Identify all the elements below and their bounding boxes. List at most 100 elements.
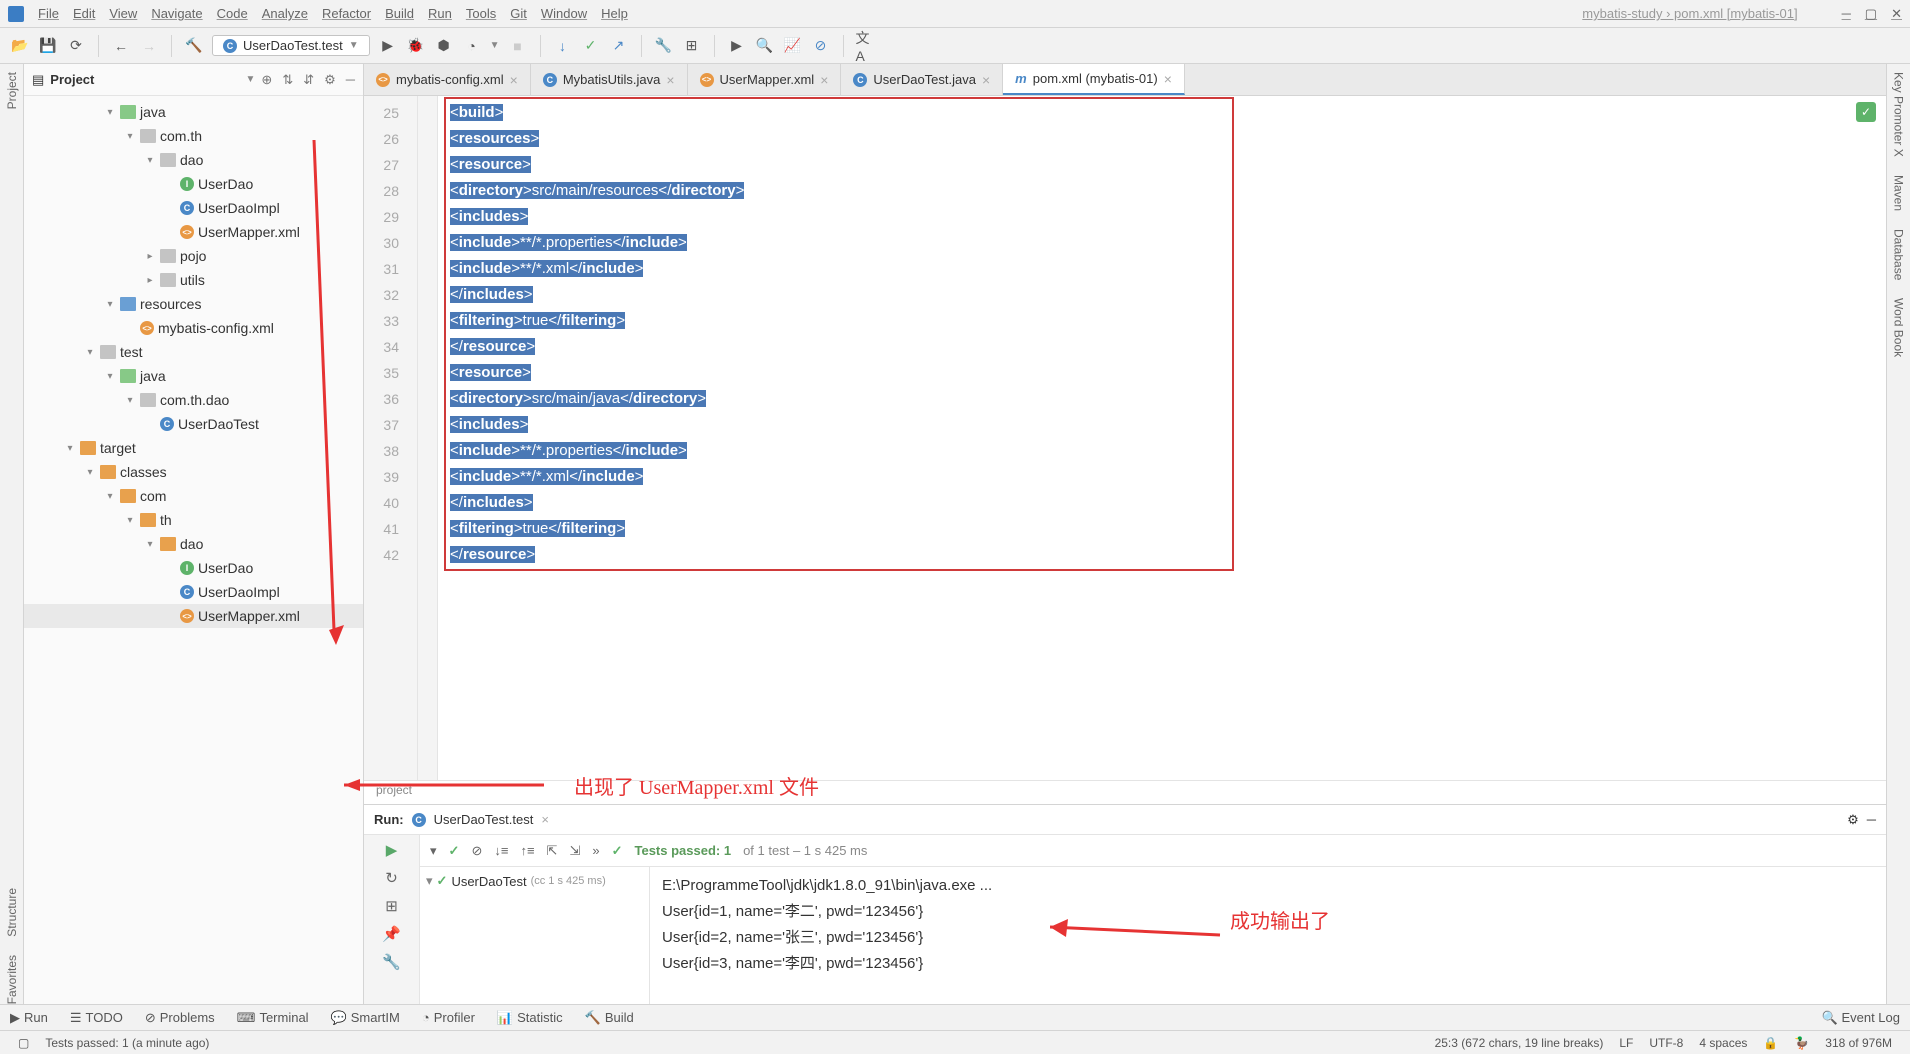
expander-icon[interactable]: ▾ [84, 347, 96, 358]
rail-database[interactable]: Database [1892, 229, 1906, 280]
menu-window[interactable]: Window [541, 6, 587, 21]
menu-help[interactable]: Help [601, 6, 628, 21]
search-icon[interactable]: 🔍 [755, 36, 775, 56]
maximize-icon[interactable]: ▢ [1865, 6, 1877, 22]
tree-item[interactable]: ▾resources [24, 292, 363, 316]
build-icon[interactable]: 🔨 [184, 36, 204, 56]
status-memory[interactable]: 318 of 976M [1825, 1036, 1892, 1050]
hide-icon[interactable]: ─ [1867, 812, 1876, 827]
tree-item[interactable]: ▾dao [24, 532, 363, 556]
passed-icon[interactable]: ✓ [449, 843, 460, 859]
expand-icon[interactable]: ⇅ [282, 72, 293, 88]
tree-item[interactable]: ▸CUserDaoImpl [24, 196, 363, 220]
tree-item[interactable]: ▸IUserDao [24, 556, 363, 580]
rail-maven[interactable]: Maven [1892, 175, 1906, 211]
menu-build[interactable]: Build [385, 6, 414, 21]
rerun-failed-icon[interactable]: ↻ [385, 869, 398, 887]
wrench-icon[interactable]: 🔧 [654, 36, 674, 56]
tree-item[interactable]: ▾classes [24, 460, 363, 484]
test-root[interactable]: UserDaoTest [451, 874, 526, 889]
vcs-push-icon[interactable]: ↗ [609, 36, 629, 56]
refresh-icon[interactable]: ⟳ [66, 36, 86, 56]
editor-tab[interactable]: CMybatisUtils.java× [531, 64, 688, 95]
more-icon[interactable]: » [592, 843, 599, 858]
jump-icon[interactable]: ▶ [727, 36, 747, 56]
pin-icon[interactable]: 📌 [382, 925, 401, 943]
test-tree[interactable]: ▾ ✓ UserDaoTest (cc 1 s 425 ms) [420, 867, 650, 1004]
expander-icon[interactable]: ▸ [144, 251, 156, 262]
rail-favorites[interactable]: Favorites [5, 955, 19, 1004]
menu-view[interactable]: View [109, 6, 137, 21]
gear-icon[interactable]: ⚙ [324, 72, 336, 88]
tree-item[interactable]: ▸<>UserMapper.xml [24, 220, 363, 244]
close-icon[interactable]: ✕ [1891, 6, 1902, 22]
editor-tab[interactable]: <>UserMapper.xml× [688, 64, 842, 95]
tree-item[interactable]: ▾java [24, 364, 363, 388]
tree-item[interactable]: ▸CUserDaoTest [24, 412, 363, 436]
status-spaces[interactable]: 4 spaces [1699, 1036, 1747, 1050]
tree-item[interactable]: ▾target [24, 436, 363, 460]
translate-icon[interactable]: 文A [856, 36, 876, 56]
bottom-tab-build[interactable]: 🔨 Build [585, 1010, 634, 1026]
menu-git[interactable]: Git [510, 6, 527, 21]
expander-icon[interactable]: ▾ [124, 395, 136, 406]
sort-icon[interactable]: ↓≡ [494, 843, 508, 858]
status-encoding[interactable]: UTF-8 [1649, 1036, 1683, 1050]
bottom-tab-statistic[interactable]: 📊 Statistic [497, 1010, 563, 1026]
toggle-icon[interactable]: ⊞ [385, 897, 398, 915]
status-line-ending[interactable]: LF [1619, 1036, 1633, 1050]
expander-icon[interactable]: ▾ [124, 131, 136, 142]
failed-icon[interactable]: ⊘ [471, 843, 482, 859]
expander-icon[interactable]: ▾ [124, 515, 136, 526]
tree-item[interactable]: ▸<>UserMapper.xml [24, 604, 363, 628]
expander-icon[interactable]: ▾ [84, 467, 96, 478]
tree-item[interactable]: ▾th [24, 508, 363, 532]
expander-icon[interactable]: ▾ [104, 491, 116, 502]
chevron-down-icon[interactable]: ▼ [246, 74, 256, 85]
bottom-tab-terminal[interactable]: ⌨ Terminal [237, 1010, 309, 1026]
tree-item[interactable]: ▸<>mybatis-config.xml [24, 316, 363, 340]
collapse-all-icon[interactable]: ⇲ [569, 843, 580, 859]
activity-icon[interactable]: 📈 [783, 36, 803, 56]
bottom-tab-problems[interactable]: ⊘ Problems [145, 1010, 215, 1026]
rail-wordbook[interactable]: Word Book [1892, 298, 1906, 357]
editor-body[interactable]: 252627282930313233343536373839404142 ✓ <… [364, 96, 1886, 780]
rail-project[interactable]: Project [5, 72, 19, 109]
open-icon[interactable]: 📂 [10, 36, 30, 56]
wrench-icon[interactable]: 🔧 [382, 953, 401, 971]
run-icon[interactable]: ▶ [378, 36, 398, 56]
tree-item[interactable]: ▾dao [24, 148, 363, 172]
tree-item[interactable]: ▸CUserDaoImpl [24, 580, 363, 604]
expander-icon[interactable]: ▾ [64, 443, 76, 454]
menu-tools[interactable]: Tools [466, 6, 496, 21]
expand-icon[interactable]: ▾ [430, 843, 437, 859]
bottom-tab-run[interactable]: ▶ Run [10, 1010, 48, 1026]
expander-icon[interactable]: ▾ [144, 539, 156, 550]
save-icon[interactable]: 💾 [38, 36, 58, 56]
expander-icon[interactable]: ▾ [104, 107, 116, 118]
vcs-update-icon[interactable]: ↓ [553, 36, 573, 56]
menu-edit[interactable]: Edit [73, 6, 95, 21]
project-tree[interactable]: ▾java▾com.th▾dao▸IUserDao▸CUserDaoImpl▸<… [24, 96, 363, 1004]
editor-tab[interactable]: CUserDaoTest.java× [841, 64, 1003, 95]
tree-item[interactable]: ▾test [24, 340, 363, 364]
rerun-icon[interactable]: ▶ [386, 841, 398, 859]
stop-icon[interactable]: ■ [508, 36, 528, 56]
console-output[interactable]: 成功输出了 E:\ProgrammeTool\jdk\jdk1.8.0_91\b… [650, 867, 1886, 1004]
menu-refactor[interactable]: Refactor [322, 6, 371, 21]
expander-icon[interactable]: ▾ [144, 155, 156, 166]
menu-code[interactable]: Code [217, 6, 248, 21]
close-tab-icon[interactable]: × [541, 812, 549, 827]
editor-tab[interactable]: <>mybatis-config.xml× [364, 64, 531, 95]
menu-analyze[interactable]: Analyze [262, 6, 308, 21]
collapse-icon[interactable]: ⇵ [303, 72, 314, 88]
run-config-selector[interactable]: C UserDaoTest.test ▼ [212, 35, 370, 56]
chevron-down-icon[interactable]: ▼ [490, 40, 500, 51]
back-icon[interactable]: ← [111, 36, 131, 56]
tree-item[interactable]: ▾com.th [24, 124, 363, 148]
bottom-tab-todo[interactable]: ☰ TODO [70, 1010, 123, 1026]
gear-icon[interactable]: ⚙ [1847, 812, 1859, 828]
close-icon[interactable]: × [982, 72, 990, 88]
rail-structure[interactable]: Structure [5, 888, 19, 937]
close-icon[interactable]: × [510, 72, 518, 88]
